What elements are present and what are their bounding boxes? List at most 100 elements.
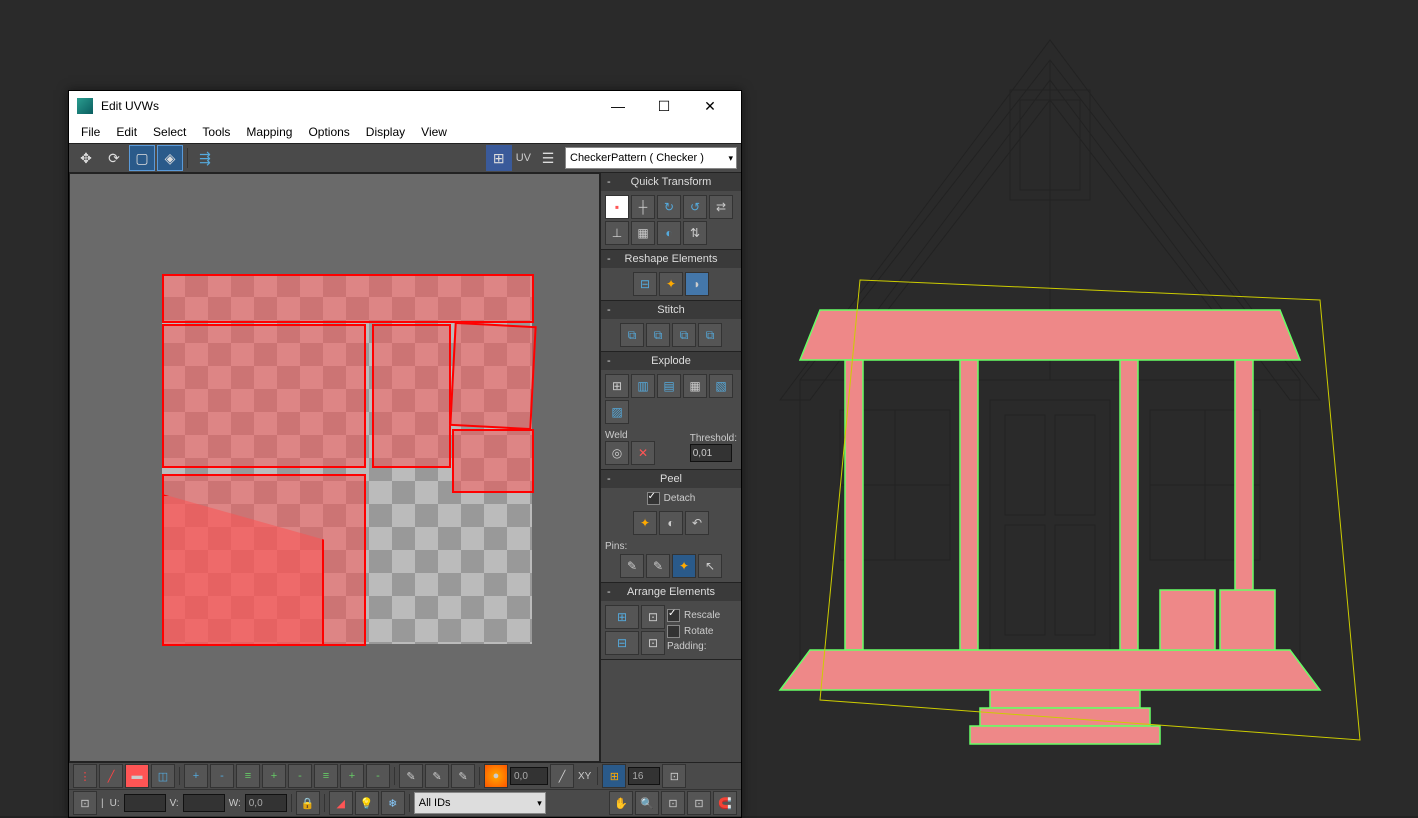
panel-header[interactable]: -Quick Transform	[601, 173, 741, 191]
reshape-icon[interactable]: ◗	[685, 272, 709, 296]
pelt-icon[interactable]: ◐	[659, 511, 683, 535]
minimize-button[interactable]: —	[595, 91, 641, 121]
scale-tool-icon[interactable]: ▢	[129, 145, 155, 171]
explode-icon[interactable]: ▨	[605, 400, 629, 424]
menu-view[interactable]: View	[415, 123, 453, 141]
vertex-mode-icon[interactable]: ⋮	[73, 764, 97, 788]
rotate-cw-icon[interactable]: ↻	[657, 195, 681, 219]
loop-icon[interactable]: +	[340, 764, 364, 788]
show-map-icon[interactable]: ⊞	[486, 145, 512, 171]
falloff-icon[interactable]: ╱	[550, 764, 574, 788]
peel-icon[interactable]: ✦	[633, 511, 657, 535]
pack-icon[interactable]: ⊟	[605, 631, 639, 655]
element-mode-icon[interactable]: ◫	[151, 764, 175, 788]
lock-icon[interactable]: 🔒	[296, 791, 320, 815]
explode-icon[interactable]: ▤	[657, 374, 681, 398]
pin-icon[interactable]: ✎	[620, 554, 644, 578]
uv-canvas[interactable]	[69, 173, 600, 762]
weld-break-icon[interactable]: ✕	[631, 441, 655, 465]
pin-icon[interactable]: ↖	[698, 554, 722, 578]
abs-rel-icon[interactable]: ⊡	[73, 791, 97, 815]
mirror-tool-icon[interactable]: ⇶	[192, 145, 218, 171]
paint-select-icon[interactable]: ✎	[425, 764, 449, 788]
straighten-icon[interactable]: ⊟	[633, 272, 657, 296]
ids-dropdown[interactable]: All IDs	[414, 792, 546, 814]
panel-header[interactable]: -Reshape Elements	[601, 250, 741, 268]
pan-icon[interactable]: ✋	[609, 791, 633, 815]
explode-icon[interactable]: ⊞	[605, 374, 629, 398]
rotate-checkbox[interactable]: Rotate	[667, 625, 720, 638]
texture-dropdown[interactable]: CheckerPattern ( Checker )	[565, 147, 737, 169]
menu-file[interactable]: File	[75, 123, 106, 141]
explode-icon[interactable]: ▧	[709, 374, 733, 398]
relax-icon[interactable]: ✦	[659, 272, 683, 296]
weld-target-icon[interactable]: ◎	[605, 441, 629, 465]
reset-peel-icon[interactable]: ↶	[685, 511, 709, 535]
loop-icon[interactable]: ≡	[314, 764, 338, 788]
rotate-tool-icon[interactable]: ⟳	[101, 145, 127, 171]
zoom-extents-icon[interactable]: ⊡	[661, 791, 685, 815]
pack-icon[interactable]: ⊞	[605, 605, 639, 629]
pack-custom-icon[interactable]: ⊡	[641, 605, 665, 629]
uv-cluster[interactable]	[162, 274, 534, 323]
panel-header[interactable]: -Stitch	[601, 301, 741, 319]
window-titlebar[interactable]: Edit UVWs — ☐ ✕	[69, 91, 741, 121]
maximize-button[interactable]: ☐	[641, 91, 687, 121]
grid-snap-icon[interactable]: ⊞	[602, 764, 626, 788]
options-icon[interactable]: ☰	[535, 145, 561, 171]
paint-select-icon[interactable]: ✎	[451, 764, 475, 788]
uv-cluster[interactable]	[449, 322, 536, 430]
pack-custom-icon[interactable]: ⊡	[641, 631, 665, 655]
ring-icon[interactable]: ≡	[236, 764, 260, 788]
explode-icon[interactable]: ▥	[631, 374, 655, 398]
align-icon[interactable]: ┼	[631, 195, 655, 219]
rotate-ccw-icon[interactable]: ↺	[683, 195, 707, 219]
pin-icon[interactable]: ✎	[646, 554, 670, 578]
v-field[interactable]	[183, 794, 225, 812]
w-field[interactable]: 0,0	[245, 794, 287, 812]
close-button[interactable]: ✕	[687, 91, 733, 121]
pin-icon[interactable]: ✦	[672, 554, 696, 578]
soft-falloff-field[interactable]: 0,0	[510, 767, 548, 785]
stitch-icon[interactable]: ⧉	[620, 323, 644, 347]
scene-3d-model[interactable]	[760, 0, 1410, 780]
uv-cluster[interactable]	[452, 429, 534, 493]
edge-mode-icon[interactable]: ╱	[99, 764, 123, 788]
loop-icon[interactable]: -	[288, 764, 312, 788]
menu-mapping[interactable]: Mapping	[240, 123, 298, 141]
rescale-checkbox[interactable]: Rescale	[667, 609, 720, 622]
threshold-spinner[interactable]: 0,01	[690, 444, 732, 462]
menu-display[interactable]: Display	[360, 123, 411, 141]
zoom-region-icon[interactable]: ⊡	[687, 791, 711, 815]
loop-icon[interactable]: +	[262, 764, 286, 788]
lock-icon[interactable]: ⊡	[662, 764, 686, 788]
flip-icon[interactable]: ⇄	[709, 195, 733, 219]
panel-header[interactable]: -Explode	[601, 352, 741, 370]
uv-cluster[interactable]	[162, 324, 366, 468]
face-mode-icon[interactable]: ▬	[125, 764, 149, 788]
panel-header[interactable]: -Arrange Elements	[601, 583, 741, 601]
menu-tools[interactable]: Tools	[196, 123, 236, 141]
brush-icon[interactable]: ◢	[329, 791, 353, 815]
u-field[interactable]	[124, 794, 166, 812]
light-icon[interactable]: 💡	[355, 791, 379, 815]
snap-icon[interactable]: 🧲	[713, 791, 737, 815]
menu-options[interactable]: Options	[302, 123, 355, 141]
menu-edit[interactable]: Edit	[110, 123, 143, 141]
shrink-icon[interactable]: -	[210, 764, 234, 788]
flip-icon[interactable]: ⇅	[683, 221, 707, 245]
paint-select-icon[interactable]: ✎	[399, 764, 423, 788]
uv-cluster[interactable]	[372, 324, 451, 468]
loop-icon[interactable]: -	[366, 764, 390, 788]
explode-icon[interactable]: ▦	[683, 374, 707, 398]
detach-checkbox[interactable]: Detach	[647, 492, 696, 505]
panel-header[interactable]: -Peel	[601, 470, 741, 488]
move-tool-icon[interactable]: ✥	[73, 145, 99, 171]
align-icon[interactable]: ◐	[657, 221, 681, 245]
stitch-icon[interactable]: ⧉	[646, 323, 670, 347]
align-icon[interactable]: ▦	[631, 221, 655, 245]
snowflake-icon[interactable]: ❄	[381, 791, 405, 815]
menu-select[interactable]: Select	[147, 123, 192, 141]
freeform-tool-icon[interactable]: ◈	[157, 145, 183, 171]
stitch-icon[interactable]: ⧉	[698, 323, 722, 347]
